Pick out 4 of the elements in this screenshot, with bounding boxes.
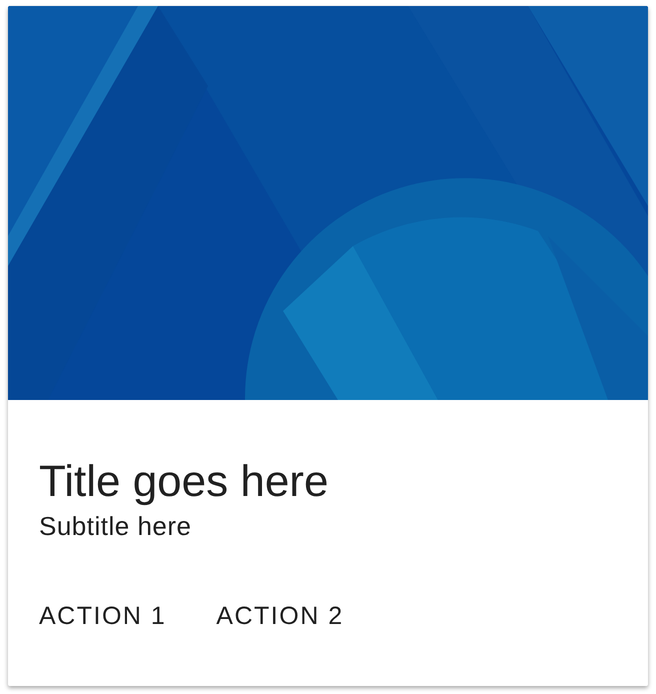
action-button[interactable]: ACTION 2 bbox=[216, 600, 344, 632]
card-title: Title goes here bbox=[39, 456, 328, 508]
card-subtitle: Subtitle here bbox=[39, 510, 192, 542]
action-button[interactable]: ACTION 1 bbox=[39, 600, 166, 632]
